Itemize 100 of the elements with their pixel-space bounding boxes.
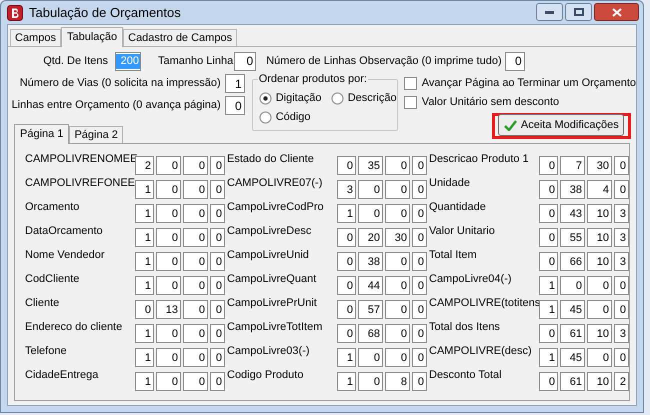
input-field[interactable]: 0 — [156, 228, 181, 247]
input-field[interactable]: 1 — [135, 372, 154, 391]
input-field[interactable]: 0 — [210, 156, 225, 175]
input-field[interactable]: 0 — [156, 156, 181, 175]
input-field[interactable]: 0 — [412, 228, 427, 247]
input-field[interactable]: 0 — [412, 300, 427, 319]
input-field[interactable]: 0 — [156, 324, 181, 343]
input-field[interactable]: 3 — [614, 252, 629, 271]
input-field[interactable]: 68 — [358, 324, 383, 343]
input-field[interactable]: 0 — [156, 252, 181, 271]
input-field[interactable]: 0 — [156, 348, 181, 367]
tab[interactable]: Cadastro de Campos — [123, 29, 238, 46]
input-field[interactable]: 0 — [614, 180, 629, 199]
input-field[interactable]: 0 — [210, 348, 225, 367]
input-field[interactable]: 1 — [135, 228, 154, 247]
input-field[interactable]: 0 — [412, 324, 427, 343]
input-field[interactable]: 0 — [210, 300, 225, 319]
input-field[interactable]: 1 — [337, 372, 356, 391]
input-field[interactable]: 10 — [587, 324, 612, 343]
input-field[interactable]: 43 — [560, 204, 585, 223]
input-field[interactable]: 10 — [587, 228, 612, 247]
input-field[interactable]: 3 — [614, 228, 629, 247]
input-field[interactable]: 0 — [210, 252, 225, 271]
input-field[interactable]: 4 — [587, 180, 612, 199]
input-field[interactable]: 0 — [210, 204, 225, 223]
input-field[interactable]: 0 — [539, 204, 558, 223]
input-field[interactable]: 10 — [587, 372, 612, 391]
input-field[interactable]: 0 — [337, 300, 356, 319]
tab[interactable]: Tabulação — [60, 27, 124, 47]
input-field[interactable]: 45 — [560, 300, 585, 319]
input-field[interactable]: 0 — [587, 348, 612, 367]
input-field[interactable]: 0 — [183, 180, 208, 199]
input-field[interactable]: 0 — [412, 156, 427, 175]
input-field[interactable]: 1 — [337, 204, 356, 223]
input-field[interactable]: 0 — [614, 300, 629, 319]
input-field[interactable]: 44 — [358, 276, 383, 295]
input-field[interactable]: 30 — [385, 228, 410, 247]
input-field[interactable]: 1 — [135, 204, 154, 223]
input-field[interactable]: 0 — [183, 228, 208, 247]
close-button[interactable] — [594, 3, 639, 21]
input-field[interactable]: 10 — [587, 204, 612, 223]
input-field[interactable]: 0 — [412, 348, 427, 367]
input-field[interactable]: 0 — [358, 348, 383, 367]
input-field[interactable]: 0 — [539, 156, 558, 175]
input-field[interactable]: 57 — [358, 300, 383, 319]
input-field[interactable]: 0 — [504, 52, 525, 70]
input-field[interactable]: 0 — [210, 180, 225, 199]
input-field[interactable]: 0 — [224, 96, 245, 115]
tab[interactable]: Página 2 — [69, 126, 123, 143]
input-field[interactable]: 0 — [183, 204, 208, 223]
input-field[interactable]: 1 — [135, 324, 154, 343]
input-field[interactable]: 0 — [412, 252, 427, 271]
input-field[interactable]: 3 — [337, 180, 356, 199]
input-field[interactable]: 0 — [385, 252, 410, 271]
tab[interactable]: Página 1 — [14, 124, 70, 144]
minimize-button[interactable] — [536, 3, 563, 21]
input-field[interactable]: 1 — [135, 180, 154, 199]
input-field[interactable]: 13 — [156, 300, 181, 319]
input-field[interactable]: 0 — [385, 204, 410, 223]
input-field[interactable]: 30 — [587, 156, 612, 175]
input-field[interactable]: 61 — [560, 372, 585, 391]
input-field[interactable]: 0 — [614, 348, 629, 367]
input-field[interactable]: 0 — [156, 372, 181, 391]
input-field[interactable]: 0 — [156, 276, 181, 295]
input-field[interactable]: 1 — [539, 300, 558, 319]
checkbox[interactable]: Avançar Página ao Terminar um Orçamento — [404, 75, 636, 91]
radio-button[interactable]: Código — [258, 110, 331, 125]
input-field[interactable]: 0 — [183, 156, 208, 175]
input-field[interactable]: 0 — [183, 252, 208, 271]
radio-button[interactable]: Descrição — [330, 91, 397, 106]
input-field[interactable]: 0 — [412, 276, 427, 295]
input-field[interactable]: 20 — [358, 228, 383, 247]
input-field[interactable]: 35 — [358, 156, 383, 175]
input-field[interactable]: 0 — [210, 372, 225, 391]
input-field[interactable]: 3 — [614, 204, 629, 223]
input-field[interactable]: 0 — [412, 180, 427, 199]
input-field[interactable]: 0 — [337, 324, 356, 343]
tab[interactable]: Campos — [10, 29, 61, 46]
input-field[interactable]: 0 — [358, 372, 383, 391]
input-field[interactable]: 0 — [156, 180, 181, 199]
input-field[interactable]: 0 — [156, 204, 181, 223]
input-field[interactable]: 0 — [210, 324, 225, 343]
input-field[interactable]: 0 — [183, 372, 208, 391]
input-field[interactable]: 0 — [358, 204, 383, 223]
input-field[interactable]: 0 — [539, 252, 558, 271]
input-field[interactable]: 0 — [385, 300, 410, 319]
input-field[interactable]: 0 — [210, 228, 225, 247]
input-field[interactable]: 8 — [385, 372, 410, 391]
input-field[interactable]: 0 — [385, 276, 410, 295]
input-field[interactable]: 0 — [385, 180, 410, 199]
input-field[interactable]: 0 — [337, 156, 356, 175]
input-field[interactable]: 38 — [560, 180, 585, 199]
input-field[interactable]: 0 — [412, 372, 427, 391]
input-field[interactable]: 0 — [337, 228, 356, 247]
input-field[interactable]: 1 — [224, 74, 245, 93]
input-field[interactable]: 0 — [183, 324, 208, 343]
accept-button[interactable]: Aceita Modificações — [498, 114, 624, 136]
input-field[interactable]: 7 — [560, 156, 585, 175]
input-field[interactable]: 1 — [539, 276, 558, 295]
input-field[interactable]: 0 — [539, 324, 558, 343]
